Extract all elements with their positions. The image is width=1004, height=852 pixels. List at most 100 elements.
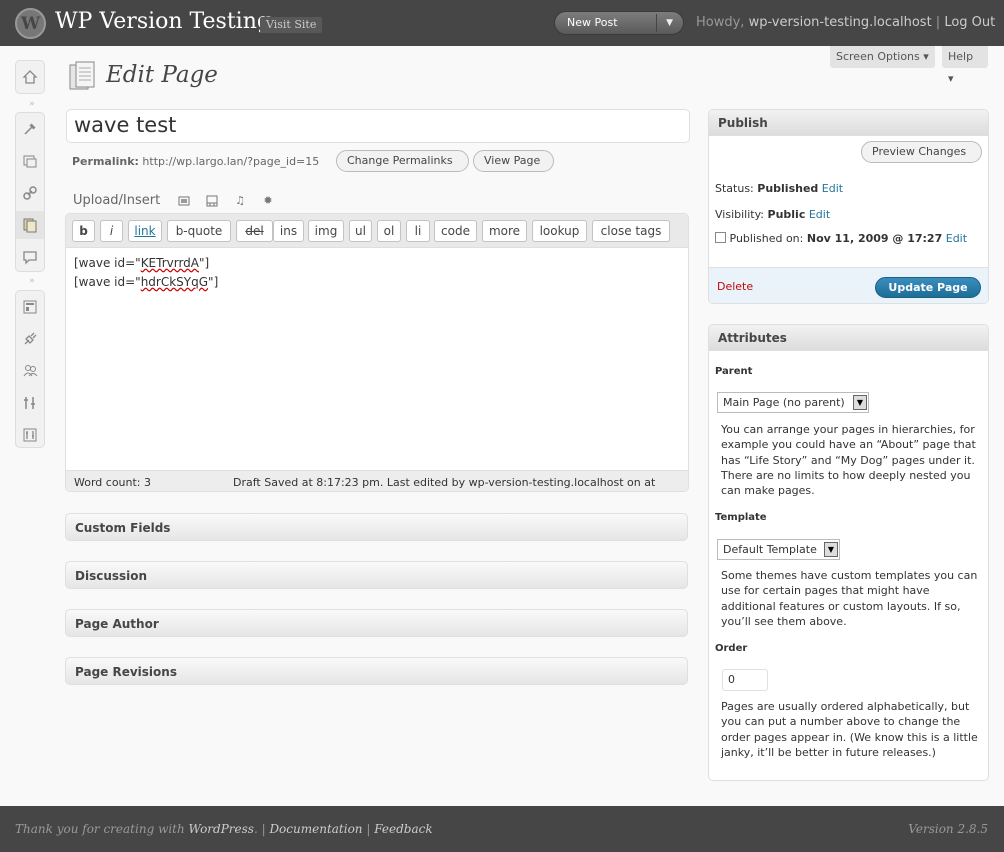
admin-menu-group-content [15, 112, 45, 272]
quicktag-more-button[interactable]: more [482, 220, 527, 242]
edit-status-link[interactable]: Edit [822, 182, 843, 195]
spellcheck-word: hdrCkSYqG [140, 275, 209, 289]
quicktag-ins-button[interactable]: ins [273, 220, 304, 242]
logout-link[interactable]: Log Out [944, 15, 995, 30]
edit-page-icon [68, 61, 98, 93]
plugins-icon[interactable] [16, 325, 44, 353]
howdy-text: Howdy, [696, 15, 749, 30]
appearance-icon[interactable] [16, 293, 44, 321]
new-post-dropdown[interactable]: New Post ▼ [554, 11, 684, 35]
published-date: Nov 11, 2009 @ 17:27 [806, 232, 943, 245]
dropdown-separator [656, 14, 657, 32]
add-media-icon[interactable]: ✹ [262, 195, 274, 207]
add-video-icon[interactable] [206, 195, 218, 207]
chevron-down-icon: ▼ [824, 542, 838, 557]
add-audio-icon[interactable]: ♫ [234, 195, 246, 207]
order-help-text: Pages are usually ordered alphabetically… [721, 700, 978, 759]
users-icon[interactable] [16, 357, 44, 385]
comments-icon[interactable] [16, 243, 44, 271]
documentation-link[interactable]: Documentation [269, 822, 362, 836]
published-on-row: Published on: Nov 11, 2009 @ 17:27 Edit [715, 232, 967, 245]
screen-options-tab[interactable]: Screen Options ▾ [830, 46, 935, 68]
quicktags-toolbar: b i link b-quote del ins img ul ol li co… [66, 214, 688, 248]
publish-box-header[interactable]: Publish [709, 110, 988, 136]
preview-changes-button[interactable]: Preview Changes [861, 141, 982, 163]
quicktag-ul-button[interactable]: ul [349, 220, 372, 242]
user-profile-link[interactable]: wp-version-testing.localhost [749, 15, 932, 30]
word-count: Word count: 3 [74, 476, 152, 489]
menu-separator[interactable]: » [22, 276, 42, 286]
box-title: Page Author [75, 617, 159, 631]
quicktag-li-button[interactable]: li [406, 220, 430, 242]
quicktag-close-tags-button[interactable]: close tags [592, 220, 670, 242]
permalink: Permalink: http://wp.largo.lan/?page_id=… [72, 155, 319, 168]
upload-insert-label: Upload/Insert [73, 193, 161, 208]
pages-icon[interactable] [16, 211, 44, 239]
media-icon[interactable] [16, 147, 44, 175]
parent-label: Parent [715, 366, 753, 377]
new-post-label: New Post [567, 16, 618, 29]
page-revisions-box[interactable]: Page Revisions [65, 657, 688, 685]
status-row: Status: Published Edit [715, 182, 844, 195]
edit-date-link[interactable]: Edit [946, 232, 967, 245]
quicktag-link-button[interactable]: link [128, 220, 162, 242]
box-title: Discussion [75, 569, 148, 583]
visibility-value: Public [767, 208, 806, 221]
quicktag-blockquote-button[interactable]: b-quote [167, 220, 231, 242]
template-select[interactable]: Default Template ▼ [717, 539, 840, 560]
custom-fields-box[interactable]: Custom Fields [65, 513, 688, 541]
quicktag-img-button[interactable]: img [308, 220, 344, 242]
page-author-box[interactable]: Page Author [65, 609, 688, 637]
status-value: Published [757, 182, 819, 195]
edit-visibility-link[interactable]: Edit [809, 208, 830, 221]
content-textarea[interactable]: [wave id="KETrvrrdA"] [wave id="hdrCkSYq… [74, 254, 218, 292]
quicktag-del-button[interactable]: del [236, 220, 273, 242]
delete-link[interactable]: Delete [717, 280, 753, 293]
dashboard-icon[interactable] [16, 63, 44, 91]
title-input[interactable]: wave test [66, 109, 690, 143]
add-image-icon[interactable] [178, 195, 190, 207]
discussion-box[interactable]: Discussion [65, 561, 688, 589]
visibility-row: Visibility: Public Edit [715, 208, 831, 221]
links-icon[interactable] [16, 179, 44, 207]
change-permalinks-button[interactable]: Change Permalinks [336, 150, 469, 172]
feedback-link[interactable]: Feedback [374, 822, 432, 836]
quicktag-ol-button[interactable]: ol [377, 220, 401, 242]
user-info: Howdy, wp-version-testing.localhost | Lo… [696, 15, 995, 30]
permalink-label: Permalink: [72, 155, 139, 168]
template-label: Template [715, 512, 767, 523]
template-help-text: Some themes have custom templates you ca… [721, 569, 978, 628]
admin-menu-group-settings [15, 290, 45, 448]
editor-status-bar: Word count: 3 Draft Saved at 8:17:23 pm.… [66, 470, 688, 491]
chevron-down-icon[interactable]: ▼ [666, 12, 673, 34]
footer: Thank you for creating with WordPress. |… [0, 806, 1004, 852]
quicktag-lookup-button[interactable]: lookup [532, 220, 587, 242]
quicktag-code-button[interactable]: code [434, 220, 477, 242]
permalink-url: http://wp.largo.lan/?page_id=15 [142, 155, 320, 168]
box-title: Custom Fields [75, 521, 171, 535]
admin-header: W WP Version Testing Visit Site New Post… [0, 0, 1004, 46]
calendar-icon [715, 232, 726, 243]
site-title: WP Version Testing [55, 9, 271, 34]
menu-separator[interactable]: » [22, 99, 42, 109]
settings-icon[interactable] [16, 421, 44, 449]
wordpress-link[interactable]: WordPress [189, 822, 254, 836]
version-text: Version 2.8.5 [908, 822, 988, 836]
autosave-status: Draft Saved at 8:17:23 pm. Last edited b… [233, 476, 656, 489]
view-page-button[interactable]: View Page [473, 150, 554, 172]
attributes-box-header[interactable]: Attributes [709, 325, 988, 351]
help-tab[interactable]: Help ▾ [942, 46, 988, 85]
parent-help-text: You can arrange your pages in hierarchie… [721, 423, 976, 498]
parent-select[interactable]: Main Page (no parent) ▼ [717, 392, 869, 413]
separator: | [931, 15, 945, 30]
quicktag-bold-button[interactable]: b [72, 220, 95, 242]
content-line: [wave id="hdrCkSYqG"] [74, 275, 219, 289]
tools-icon[interactable] [16, 389, 44, 417]
visit-site-button[interactable]: Visit Site [260, 17, 323, 33]
posts-icon[interactable] [16, 115, 44, 143]
update-page-button[interactable]: Update Page [875, 277, 981, 298]
quicktag-italic-button[interactable]: i [100, 220, 123, 242]
order-input[interactable]: 0 [722, 669, 768, 691]
footer-credits: Thank you for creating with WordPress. |… [15, 822, 433, 836]
box-title: Page Revisions [75, 665, 177, 679]
